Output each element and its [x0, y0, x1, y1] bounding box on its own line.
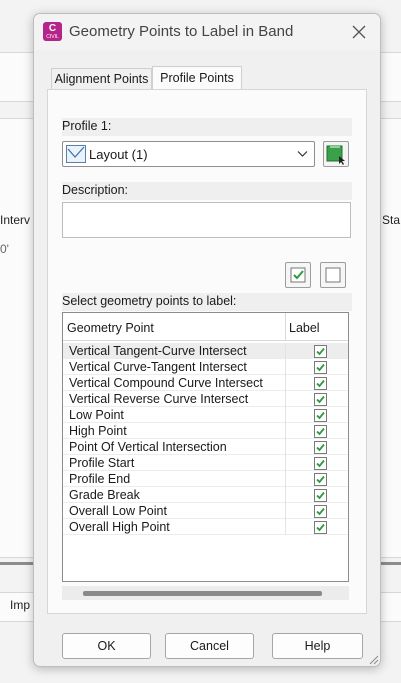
row-separator [285, 487, 286, 503]
label-checkbox[interactable] [314, 505, 327, 518]
table-row[interactable]: Overall Low Point [63, 503, 348, 519]
profile-label: Profile 1: [62, 119, 112, 133]
table-row[interactable]: Point Of Vertical Intersection [63, 439, 348, 455]
table-row[interactable]: Overall High Point [63, 519, 348, 535]
title-bar: C CIVIL Geometry Points to Label in Band [34, 14, 380, 50]
geometry-point-name: Vertical Compound Curve Intersect [69, 376, 263, 390]
geometry-point-name: Grade Break [69, 488, 140, 502]
background-column-label: Interv [0, 213, 31, 227]
label-checkbox[interactable] [314, 377, 327, 390]
geometry-point-name: Point Of Vertical Intersection [69, 440, 227, 454]
geometry-point-name: High Point [69, 424, 127, 438]
description-field[interactable] [62, 202, 351, 238]
close-icon [352, 25, 366, 39]
label-checkbox[interactable] [314, 473, 327, 486]
row-separator [285, 503, 286, 519]
profile-points-panel: Profile 1: Layout (1) Description: Selec… [47, 89, 367, 614]
row-separator [285, 423, 286, 439]
geometry-points-dialog: C CIVIL Geometry Points to Label in Band… [33, 13, 381, 667]
scrollbar-thumb[interactable] [83, 591, 322, 596]
geometry-points-grid: Geometry Point Label Vertical Tangent-Cu… [62, 312, 349, 582]
label-checkbox[interactable] [314, 345, 327, 358]
label-checkbox[interactable] [314, 457, 327, 470]
resize-grip-icon[interactable] [367, 653, 379, 665]
label-checkbox[interactable] [314, 409, 327, 422]
geometry-point-name: Profile End [69, 472, 131, 486]
geometry-point-name: Vertical Tangent-Curve Intersect [69, 344, 247, 358]
geometry-point-name: Profile Start [69, 456, 135, 470]
geometry-point-name: Vertical Reverse Curve Intersect [69, 392, 249, 406]
column-header-geometry-point[interactable]: Geometry Point [67, 321, 154, 335]
column-header-label[interactable]: Label [289, 321, 320, 335]
label-checkbox[interactable] [314, 425, 327, 438]
profile-icon [66, 145, 86, 163]
grid-header: Geometry Point Label [63, 313, 348, 341]
table-row[interactable]: Low Point [63, 407, 348, 423]
row-separator [285, 471, 286, 487]
row-separator [285, 391, 286, 407]
row-separator [285, 359, 286, 375]
help-button[interactable]: Help [272, 633, 363, 659]
pick-from-drawing-icon [326, 145, 345, 165]
label-checkbox[interactable] [314, 361, 327, 374]
clear-all-icon [325, 267, 341, 283]
background-right-column-label: Sta [382, 213, 401, 227]
app-icon-letter: C [48, 23, 57, 34]
horizontal-scrollbar[interactable] [62, 586, 349, 600]
geometry-point-name: Vertical Curve-Tangent Intersect [69, 360, 247, 374]
geometry-point-name: Overall High Point [69, 520, 170, 534]
profile-selected-value: Layout (1) [89, 147, 148, 162]
dialog-title: Geometry Points to Label in Band [69, 23, 294, 40]
row-separator [285, 407, 286, 423]
table-row[interactable]: Vertical Compound Curve Intersect [63, 375, 348, 391]
row-separator [285, 343, 286, 359]
table-row[interactable]: Vertical Curve-Tangent Intersect [63, 359, 348, 375]
check-all-icon [290, 267, 306, 283]
chevron-down-icon [297, 151, 308, 157]
row-separator [285, 519, 286, 535]
app-icon-sub: CIVIL [46, 34, 59, 40]
row-separator [285, 439, 286, 455]
clear-all-button[interactable] [320, 262, 346, 288]
close-button[interactable] [348, 21, 370, 43]
table-row[interactable]: High Point [63, 423, 348, 439]
pick-from-drawing-button[interactable] [323, 141, 349, 167]
civil3d-app-icon: C CIVIL [43, 22, 62, 41]
table-row[interactable]: Vertical Tangent-Curve Intersect [63, 343, 348, 359]
tab-alignment-points[interactable]: Alignment Points [51, 68, 152, 89]
label-checkbox[interactable] [314, 521, 327, 534]
geometry-point-name: Low Point [69, 408, 124, 422]
label-checkbox[interactable] [314, 489, 327, 502]
check-all-button[interactable] [285, 262, 311, 288]
row-separator [285, 455, 286, 471]
ok-button[interactable]: OK [62, 633, 151, 659]
background-station: 0' [0, 242, 9, 256]
background-bottom-tab[interactable]: Imp [10, 598, 30, 612]
cancel-button[interactable]: Cancel [165, 633, 254, 659]
table-row[interactable]: Profile Start [63, 455, 348, 471]
column-separator [285, 313, 286, 341]
label-checkbox[interactable] [314, 441, 327, 454]
geometry-point-name: Overall Low Point [69, 504, 167, 518]
row-separator [285, 375, 286, 391]
table-row[interactable]: Vertical Reverse Curve Intersect [63, 391, 348, 407]
tab-profile-points[interactable]: Profile Points [152, 66, 242, 91]
table-row[interactable]: Profile End [63, 471, 348, 487]
grid-caption: Select geometry points to label: [62, 294, 237, 308]
table-row[interactable]: Grade Break [63, 487, 348, 503]
profile-dropdown[interactable]: Layout (1) [62, 141, 315, 167]
description-label: Description: [62, 183, 128, 197]
label-checkbox[interactable] [314, 393, 327, 406]
